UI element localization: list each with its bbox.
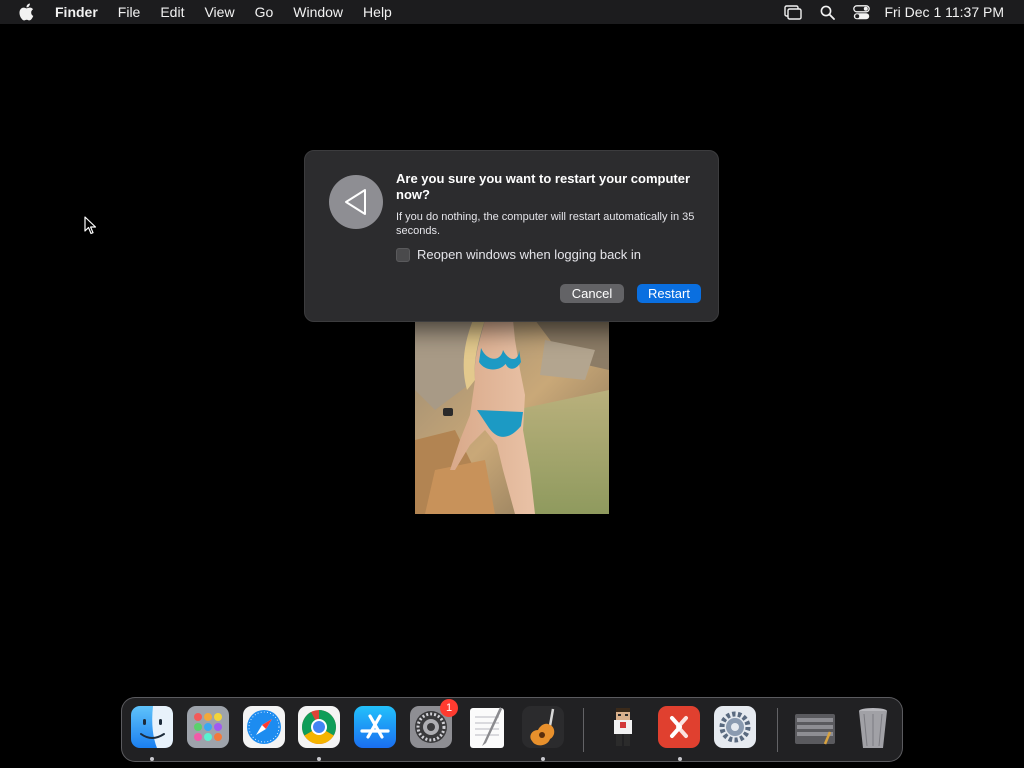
restart-triangle-icon — [329, 175, 383, 229]
settings-gear-icon[interactable] — [712, 704, 758, 750]
menu-file[interactable]: File — [108, 0, 151, 24]
menubar-clock[interactable]: Fri Dec 1 11:37 PM — [884, 4, 1004, 20]
restart-dialog: Are you sure you want to restart your co… — [304, 150, 719, 322]
remote-desktop-icon[interactable] — [656, 704, 702, 750]
dock-separator — [583, 708, 584, 752]
reopen-windows-option[interactable]: Reopen windows when logging back in — [396, 247, 641, 262]
menu-edit[interactable]: Edit — [150, 0, 194, 24]
app-store-icon[interactable] — [352, 704, 398, 750]
restart-button[interactable]: Restart — [637, 284, 701, 303]
notification-badge: 1 — [440, 699, 458, 717]
menu-view[interactable]: View — [194, 0, 244, 24]
character-app-icon[interactable] — [600, 704, 646, 750]
reopen-windows-label[interactable]: Reopen windows when logging back in — [417, 247, 641, 262]
finder-icon[interactable] — [129, 704, 175, 750]
control-center-icon[interactable] — [850, 1, 872, 23]
textedit-icon[interactable] — [464, 704, 510, 750]
desktop-photo — [415, 320, 609, 514]
dialog-title: Are you sure you want to restart your co… — [396, 171, 691, 202]
launchpad-icon[interactable] — [185, 704, 231, 750]
menu-go[interactable]: Go — [245, 0, 284, 24]
garageband-icon[interactable] — [520, 704, 566, 750]
chrome-icon[interactable] — [296, 704, 342, 750]
reopen-windows-checkbox[interactable] — [396, 247, 410, 262]
system-preferences-icon[interactable]: 1 — [408, 699, 458, 750]
cancel-button[interactable]: Cancel — [560, 284, 624, 303]
mouse-pointer-icon — [84, 216, 97, 235]
menu-finder[interactable]: Finder — [45, 0, 108, 24]
screen-mirroring-icon[interactable] — [782, 1, 804, 23]
menu-window[interactable]: Window — [283, 0, 353, 24]
spotlight-search-icon[interactable] — [816, 1, 838, 23]
garageband-running-indicator — [541, 757, 545, 761]
status-area: Fri Dec 1 11:37 PM — [782, 0, 1024, 24]
chrome-running-indicator — [317, 757, 321, 761]
dock: 1 — [121, 697, 903, 762]
dialog-message: If you do nothing, the computer will res… — [396, 211, 695, 237]
desktop[interactable]: Finder File Edit View Go Window Help Fri… — [0, 0, 1024, 768]
menu-help[interactable]: Help — [353, 0, 402, 24]
trash-icon[interactable] — [850, 704, 896, 750]
screenshot-folder-icon[interactable] — [792, 704, 838, 750]
apple-menu-icon[interactable] — [17, 3, 35, 21]
safari-icon[interactable] — [241, 704, 287, 750]
dock-separator — [777, 708, 778, 752]
finder-running-indicator — [150, 757, 154, 761]
remote-desktop-running-indicator — [678, 757, 682, 761]
menu-bar: Finder File Edit View Go Window Help Fri… — [0, 0, 1024, 24]
